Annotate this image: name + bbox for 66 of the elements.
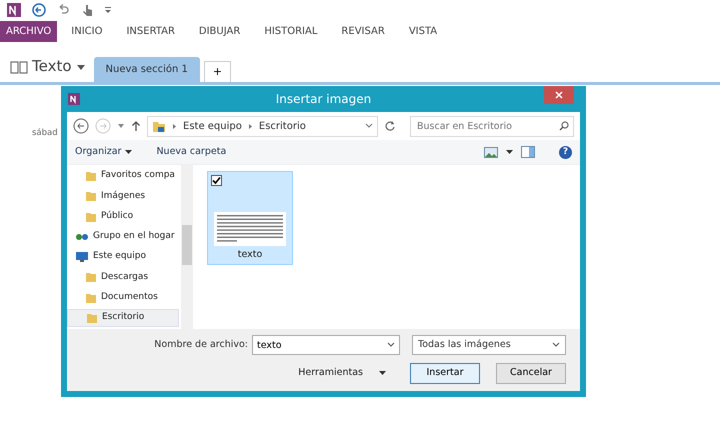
app-logo-icon [6,2,22,18]
folder-icon [85,210,97,222]
image-view-icon[interactable] [484,146,498,158]
ribbon-tab[interactable]: HISTORIAL [258,20,324,42]
nav-item[interactable]: Público [67,208,179,226]
ribbon-tab[interactable]: VISTA [402,20,444,42]
caret-icon[interactable] [552,342,560,348]
tools-button[interactable]: Herramientas [298,366,386,381]
dialog-title: Insertar imagen [276,91,372,108]
filename-label: Nombre de archivo: [154,338,248,352]
ribbon-tab[interactable]: INSERTAR [120,20,181,42]
caret-icon[interactable] [76,62,86,70]
ribbon-tab[interactable]: INICIO [65,20,108,42]
scrollbar[interactable] [181,165,193,329]
close-icon[interactable] [555,90,563,99]
caret-icon[interactable] [379,371,386,376]
refresh-icon[interactable] [384,120,396,132]
filename-field[interactable]: texto [252,335,400,355]
nav-item[interactable]: Documentos [67,288,179,306]
folder-icon [152,119,166,133]
file-type-dropdown[interactable]: Todas las imágenes [412,335,566,355]
nav-item[interactable]: Imágenes [67,187,179,206]
back-icon[interactable] [73,118,89,134]
page-date: sábad [32,127,58,140]
help-button[interactable]: ? [559,146,572,158]
insert-button[interactable]: Insertar [410,363,480,384]
folder-icon [85,170,97,182]
folder-icon [85,190,97,202]
nav-item[interactable]: Este equipo [67,248,179,266]
search-field[interactable]: Buscar en Escritorio [410,116,574,136]
nav-item[interactable]: Descargas [67,268,179,286]
section-tab[interactable]: Nueva sección 1 [94,57,200,82]
caret-icon[interactable] [387,342,395,348]
add-section-tab[interactable]: + [204,60,232,82]
file-tab[interactable]: ARCHIVO [0,20,58,42]
checkmark-icon [212,176,221,185]
cancel-button[interactable]: Cancelar [496,363,566,384]
computer-icon [75,251,89,263]
chevron-icon [172,122,177,130]
notebook-icon [10,58,28,74]
file-item[interactable]: texto [207,171,293,265]
app-logo-icon [67,92,81,106]
folder-icon [86,312,98,324]
document-thumbnail-drawing [214,212,286,246]
new-folder-button[interactable]: Nueva carpeta [156,144,226,160]
caret-icon[interactable] [506,150,513,154]
close-button[interactable] [544,86,574,104]
nav-item[interactable]: Grupo en el hogar [67,228,179,246]
preview-pane-icon[interactable] [521,146,535,158]
folder-icon [85,271,97,284]
breadcrumb-item[interactable]: Este equipo [183,118,242,134]
chevron-icon [248,122,253,130]
up-arrow-icon[interactable] [131,120,141,132]
customize-caret-icon[interactable] [104,4,112,14]
breadcrumb-item[interactable]: Escritorio [258,118,306,134]
caret-icon[interactable] [125,150,132,154]
notebook-name[interactable]: Texto [28,55,76,78]
nav-item[interactable]: Escritorio [67,308,179,327]
ribbon-tab[interactable]: DIBUJAR [192,20,246,42]
back-icon[interactable] [32,2,46,16]
ribbon-tab[interactable]: REVISAR [335,20,391,42]
nav-item[interactable]: Favoritos compa [67,167,179,185]
folder-icon [85,292,97,304]
search-icon[interactable] [559,121,569,131]
organize-button[interactable]: Organizar [75,144,132,160]
checkbox[interactable] [211,175,222,186]
